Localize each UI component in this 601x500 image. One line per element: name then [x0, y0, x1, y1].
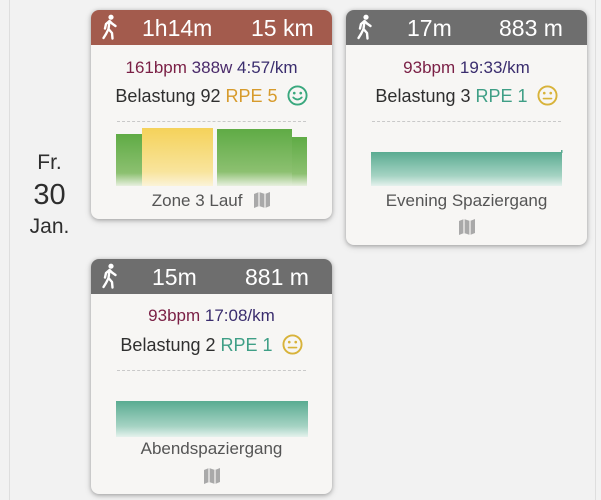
- stats-line: 93bpm 19:33/km: [346, 58, 587, 78]
- heart-rate-value: 93bpm: [148, 306, 201, 325]
- map-icon[interactable]: [458, 218, 476, 236]
- heart-rate-zone-graph: [116, 401, 308, 437]
- date-label: Fr. 30 Jan.: [22, 150, 77, 240]
- activity-card-run[interactable]: 1h14m 15 km 161bpm 388w 4:57/km Belastun…: [91, 10, 332, 219]
- card-header: 1h14m 15 km: [91, 10, 332, 45]
- activity-title: Zone 3 Lauf: [91, 190, 332, 212]
- month-label: Jan.: [29, 215, 70, 238]
- card-header: 17m 883 m: [346, 10, 587, 45]
- smiley-neutral-icon: [282, 334, 303, 355]
- map-icon[interactable]: [203, 467, 221, 485]
- rpe-value: RPE 1: [220, 335, 273, 355]
- activity-card-evening-walk[interactable]: 17m 883 m 93bpm 19:33/km Belastung 3 RPE…: [346, 10, 587, 245]
- activity-title-text: Abendspaziergang: [140, 439, 283, 458]
- divider: [117, 370, 306, 371]
- heart-rate-value: 161bpm: [125, 58, 187, 77]
- walking-icon: [357, 14, 372, 40]
- duration-label: 17m: [407, 15, 452, 41]
- heart-rate-value: 93bpm: [403, 58, 456, 77]
- divider: [372, 121, 561, 122]
- duration-label: 1h14m: [142, 15, 213, 41]
- distance-label: 881 m: [245, 264, 309, 290]
- distance-label: 883 m: [499, 15, 563, 41]
- activity-title-text: Evening Spaziergang: [385, 191, 548, 210]
- load-line: Belastung 2 RPE 1: [91, 333, 332, 357]
- walking-icon: [102, 263, 117, 289]
- pace-value: 17:08/km: [204, 306, 275, 325]
- heart-rate-zone-graph: [116, 128, 307, 186]
- stats-line: 161bpm 388w 4:57/km: [91, 58, 332, 78]
- activity-card-abendspaziergang[interactable]: 15m 881 m 93bpm 17:08/km Belastung 2 RPE…: [91, 259, 332, 494]
- card-header: 15m 881 m: [91, 259, 332, 294]
- load-label: Belastung 2: [120, 335, 216, 355]
- day-number: 30: [33, 179, 66, 211]
- load-label: Belastung 3: [375, 86, 471, 106]
- stats-line: 93bpm 17:08/km: [91, 306, 332, 326]
- rpe-value: RPE 1: [475, 86, 528, 106]
- activity-title: Abendspaziergang: [91, 438, 332, 460]
- load-line: Belastung 92 RPE 5: [91, 84, 332, 108]
- load-line: Belastung 3 RPE 1: [346, 84, 587, 108]
- walking-icon: [102, 14, 117, 40]
- weekday-label: Fr.: [37, 151, 62, 174]
- heart-rate-zone-graph: [371, 150, 563, 186]
- divider: [117, 121, 306, 122]
- duration-label: 15m: [152, 264, 197, 290]
- left-divider: [9, 0, 10, 500]
- activity-title-text: Zone 3 Lauf: [151, 191, 243, 210]
- right-divider: [595, 0, 596, 500]
- rpe-value: RPE 5: [225, 86, 278, 106]
- map-icon[interactable]: [253, 191, 271, 209]
- activity-title: Evening Spaziergang: [346, 190, 587, 212]
- distance-label: 15 km: [251, 15, 314, 41]
- smiley-neutral-icon: [537, 85, 558, 106]
- pace-value: 4:57/km: [237, 58, 298, 77]
- pace-value: 19:33/km: [459, 58, 530, 77]
- load-label: Belastung 92: [115, 86, 221, 106]
- power-value: 388w: [191, 58, 233, 77]
- smiley-happy-icon: [287, 85, 308, 106]
